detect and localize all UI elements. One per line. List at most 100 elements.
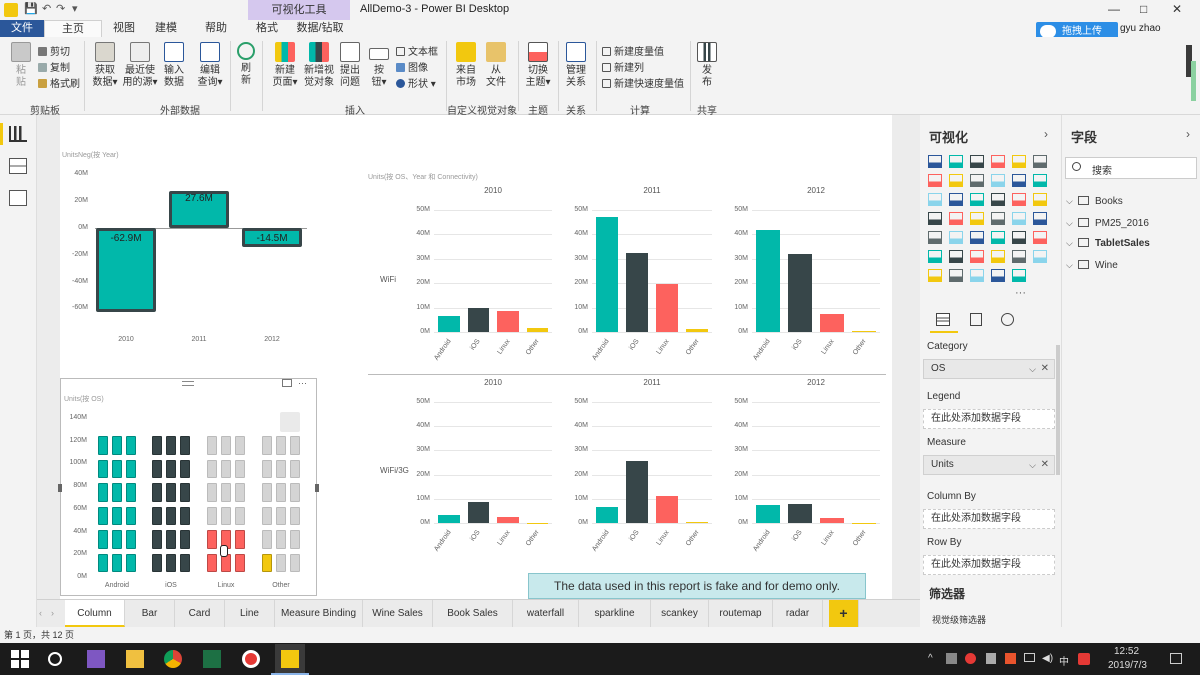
clustered-bar-visual-icon[interactable] (970, 155, 984, 168)
chart3-device-icon[interactable] (221, 506, 231, 525)
kpi-visual-icon[interactable] (1033, 212, 1047, 225)
page-tab-radar[interactable]: radar (773, 600, 823, 627)
well-legend[interactable]: 在此处添加数据字段 (923, 409, 1055, 429)
chart2-bar-Linux[interactable] (820, 313, 844, 332)
visual-studio-icon[interactable] (87, 650, 105, 668)
page-tab-line[interactable]: Line (225, 600, 275, 627)
chart3-device-icon[interactable] (235, 436, 245, 455)
chart3-device-icon[interactable] (112, 506, 122, 525)
chart3-device-icon[interactable] (98, 436, 108, 455)
chart3-device-icon[interactable] (262, 436, 272, 455)
minimize-button[interactable]: — (1108, 2, 1120, 16)
page-tab-sparkline[interactable]: sparkline (579, 600, 651, 627)
remove-field-icon[interactable]: ✕ (1041, 456, 1049, 474)
well-column-by[interactable]: 在此处添加数据字段 (923, 509, 1055, 529)
decomposition-tree-visual-icon[interactable] (949, 250, 963, 263)
chart3-device-icon[interactable] (276, 530, 286, 549)
chart2-bar-iOS[interactable] (626, 252, 648, 332)
page-tab-book-sales[interactable]: Book Sales (433, 600, 513, 627)
page-tab-waterfall[interactable]: waterfall (513, 600, 579, 627)
enter-data-button[interactable]: 输入 数据 (160, 42, 188, 89)
chart3-device-icon[interactable] (112, 483, 122, 502)
close-button[interactable]: ✕ (1172, 2, 1182, 16)
table-visual-icon[interactable] (949, 231, 963, 244)
get-data-button[interactable]: 获取 数据▾ (90, 42, 120, 89)
chart2-bar-Linux[interactable] (497, 311, 519, 332)
chart3-device-icon[interactable] (207, 436, 217, 455)
chart2-bar-Android[interactable] (596, 507, 618, 523)
chart3-device-icon[interactable] (166, 483, 176, 502)
page-tab-measure-binding[interactable]: Measure Binding (275, 600, 363, 627)
page-tab-bar[interactable]: Bar (125, 600, 175, 627)
chart3-device-icon[interactable] (180, 436, 190, 455)
chart3-device-icon[interactable] (290, 436, 300, 455)
chart3-device-icon[interactable] (276, 483, 286, 502)
format-roller-icon[interactable] (970, 313, 982, 326)
chart3-device-icon[interactable] (180, 506, 190, 525)
chart2-bar-iOS[interactable] (788, 253, 812, 332)
resize-handle-left[interactable] (58, 484, 62, 492)
chart2-bar-Other[interactable] (526, 327, 548, 332)
r-visual-visual-icon[interactable] (991, 231, 1005, 244)
chart2-bar-Other[interactable] (686, 522, 708, 524)
viz-pane-scrollbar[interactable] (1056, 345, 1060, 475)
chrome-icon[interactable] (164, 650, 182, 668)
stacked-column-visual-icon[interactable] (949, 155, 963, 168)
donut-visual-icon[interactable] (991, 193, 1005, 206)
new-measure-button[interactable]: 新建度量值 (602, 43, 664, 58)
chart3-device-icon[interactable] (166, 530, 176, 549)
clock-time[interactable]: 12:52 (1114, 646, 1139, 657)
edit-pencil-icon[interactable] (280, 412, 300, 432)
chart2-bar-Other[interactable] (686, 329, 708, 332)
file-explorer-icon[interactable] (126, 650, 144, 668)
buttons-button[interactable]: 按 钮▾ (366, 42, 392, 89)
redo-icon[interactable]: ↷ (56, 2, 65, 15)
chart3-device-icon[interactable] (290, 459, 300, 478)
map-visual-icon[interactable] (1033, 193, 1047, 206)
chart3-device-icon[interactable] (262, 483, 272, 502)
new-quick-measure-button[interactable]: 新建快速度量值 (602, 75, 684, 90)
new-page-button[interactable]: 新建 页面▾ (268, 42, 302, 89)
chart3-device-icon[interactable] (235, 483, 245, 502)
page-tab-routemap[interactable]: routemap (709, 600, 773, 627)
chart3-device-icon[interactable] (180, 553, 190, 572)
tab-help[interactable]: 帮助 (196, 20, 236, 37)
clock-date[interactable]: 2019/7/3 (1108, 660, 1147, 671)
focus-mode-icon[interactable] (282, 379, 292, 387)
well-category[interactable]: OS ⌵ ✕ (923, 359, 1055, 379)
chart2-bar-Linux[interactable] (820, 518, 844, 523)
stacked-bar-visual-icon[interactable] (928, 155, 942, 168)
notifications-icon[interactable] (1170, 653, 1182, 664)
chart2-bar-Other[interactable] (852, 522, 876, 524)
chart3-device-icon[interactable] (126, 506, 136, 525)
switch-theme-button[interactable]: 切换 主题▾ (522, 42, 554, 89)
well-row-by[interactable]: 在此处添加数据字段 (923, 555, 1055, 575)
chart3-device-icon[interactable] (262, 530, 272, 549)
chart3-device-icon[interactable] (98, 553, 108, 572)
chart3-device-icon[interactable] (126, 459, 136, 478)
chart3-device-icon[interactable] (166, 553, 176, 572)
manage-relationships-button[interactable]: 管理 关系 (562, 42, 590, 89)
chart3-device-icon[interactable] (166, 459, 176, 478)
chart3-device-icon[interactable] (262, 553, 272, 572)
textbox-button[interactable]: 文本框 (396, 43, 438, 58)
chart2-bar-Linux[interactable] (656, 496, 678, 523)
key-influencers-visual-icon[interactable] (928, 250, 942, 263)
chart2-bar-iOS[interactable] (467, 307, 489, 332)
ime-indicator[interactable]: 中 (1059, 653, 1069, 668)
chart3-device-icon[interactable] (221, 459, 231, 478)
chart3-device-icon[interactable] (290, 506, 300, 525)
field-table-pm25-2016[interactable]: ⌵ PM25_2016 (1066, 218, 1149, 229)
undo-icon[interactable]: ↶ (42, 2, 51, 15)
slicer-visual-icon[interactable] (928, 231, 942, 244)
chart3-device-icon[interactable] (152, 483, 162, 502)
excel-icon[interactable] (203, 650, 221, 668)
power-bi-taskbar-icon[interactable] (275, 644, 305, 674)
chart2-bar-Android[interactable] (756, 229, 780, 332)
recorder-icon[interactable] (242, 650, 260, 668)
shapes-button[interactable]: 形状 ▾ (396, 75, 436, 90)
prev-page-icon[interactable]: ‹ (39, 608, 42, 618)
tray-record-icon[interactable] (965, 653, 976, 664)
chart2-bar-Other[interactable] (852, 331, 876, 333)
chart3-device-icon[interactable] (207, 506, 217, 525)
